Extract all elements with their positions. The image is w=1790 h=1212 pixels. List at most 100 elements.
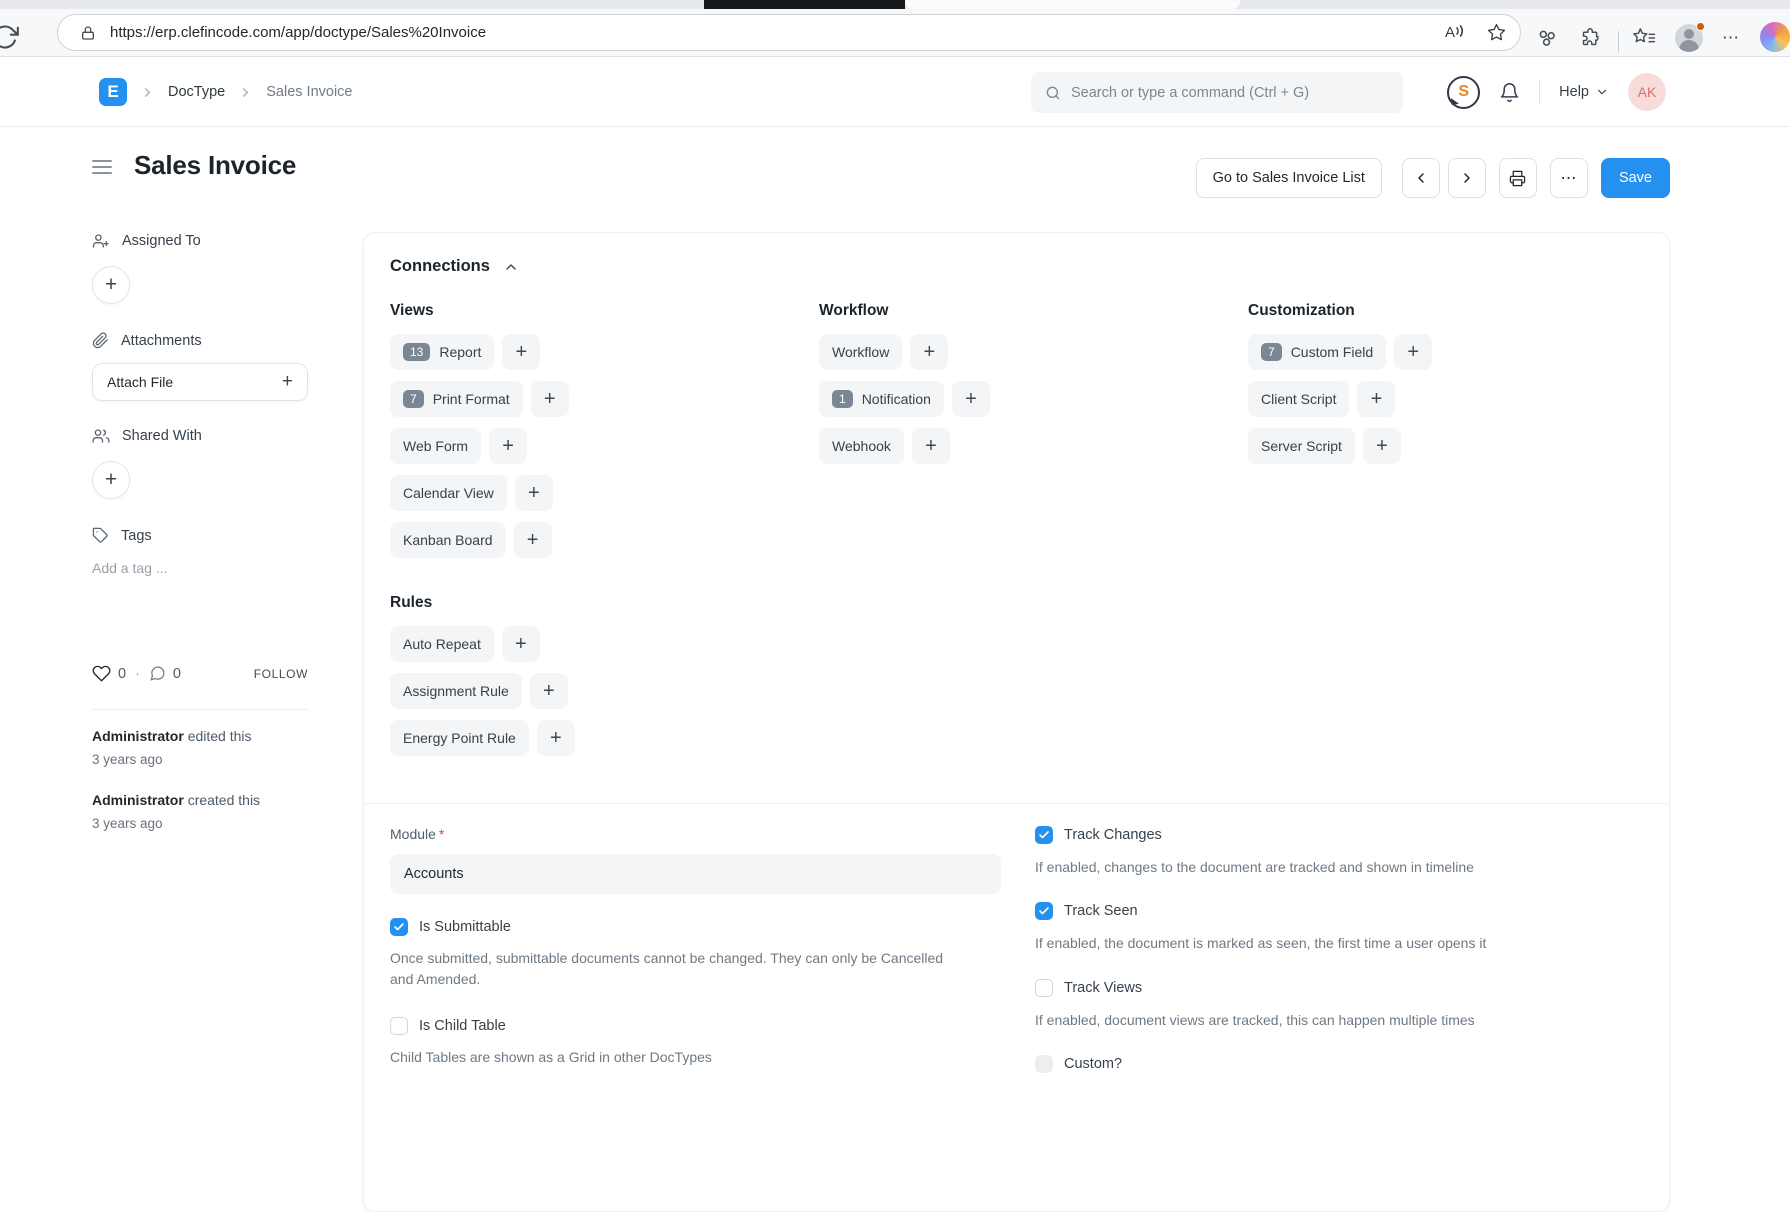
comments-icon[interactable] xyxy=(149,665,166,682)
add-kanban-board-button[interactable]: + xyxy=(514,522,552,558)
extensions-puzzle-icon[interactable] xyxy=(1580,27,1601,48)
checkbox-checked-icon[interactable] xyxy=(1035,826,1053,844)
add-report-button[interactable]: + xyxy=(502,334,540,370)
support-chat-icon[interactable]: S xyxy=(1447,76,1480,109)
link-kanban-board[interactable]: Kanban Board xyxy=(390,522,506,558)
breadcrumb-sales-invoice[interactable]: Sales Invoice xyxy=(266,84,352,100)
add-workflow-button[interactable]: + xyxy=(910,334,948,370)
checkbox-disabled-icon xyxy=(1035,1055,1053,1073)
browser-tabstrip xyxy=(0,0,1790,9)
link-assignment-rule[interactable]: Assignment Rule xyxy=(390,673,522,709)
link-print-format[interactable]: 7Print Format xyxy=(390,381,523,417)
favorite-star-icon[interactable] xyxy=(1487,23,1506,42)
favorites-bar-icon[interactable] xyxy=(1632,27,1656,49)
url-text[interactable]: https://erp.clefincode.com/app/doctype/S… xyxy=(110,24,1445,41)
tabstrip-active-tab-edge xyxy=(905,0,1240,9)
link-client-script[interactable]: Client Script xyxy=(1248,381,1349,417)
is-submittable-field[interactable]: Is Submittable xyxy=(390,918,1001,936)
address-bar[interactable]: https://erp.clefincode.com/app/doctype/S… xyxy=(57,14,1521,51)
tags-section: Tags xyxy=(92,527,308,544)
search-placeholder: Search or type a command (Ctrl + G) xyxy=(1071,85,1309,101)
track-seen-description: If enabled, the document is marked as se… xyxy=(1035,933,1603,954)
app-navbar: E DocType Sales Invoice Search or type a… xyxy=(0,57,1790,127)
user-plus-icon xyxy=(92,232,110,250)
tag-icon xyxy=(92,527,109,544)
checkbox-checked-icon[interactable] xyxy=(1035,902,1053,920)
chevron-up-icon xyxy=(503,259,519,275)
link-workflow[interactable]: Workflow xyxy=(819,334,902,370)
form-body-card: Connections Views 13Report + 7Print Form… xyxy=(363,232,1670,1212)
assigned-to-label: Assigned To xyxy=(122,233,201,249)
go-to-list-button[interactable]: Go to Sales Invoice List xyxy=(1196,158,1382,198)
next-document-button[interactable] xyxy=(1448,158,1486,198)
add-print-format-button[interactable]: + xyxy=(531,381,569,417)
link-report[interactable]: 13Report xyxy=(390,334,494,370)
app-logo[interactable]: E xyxy=(99,78,127,106)
add-web-form-button[interactable]: + xyxy=(489,428,527,464)
checkbox-unchecked-icon[interactable] xyxy=(390,1017,408,1035)
follow-button[interactable]: FOLLOW xyxy=(254,667,308,681)
link-web-form[interactable]: Web Form xyxy=(390,428,481,464)
extension-circles-icon[interactable] xyxy=(1536,27,1558,49)
add-notification-button[interactable]: + xyxy=(952,381,990,417)
chevron-down-icon xyxy=(1595,85,1609,99)
print-button[interactable] xyxy=(1499,158,1537,198)
add-share-button[interactable]: + xyxy=(92,461,130,499)
notifications-bell-icon[interactable] xyxy=(1499,82,1520,103)
connections-section-header[interactable]: Connections xyxy=(390,257,1643,276)
global-search-input[interactable]: Search or type a command (Ctrl + G) xyxy=(1031,72,1403,113)
add-client-script-button[interactable]: + xyxy=(1357,381,1395,417)
help-menu[interactable]: Help xyxy=(1559,84,1609,100)
previous-document-button[interactable] xyxy=(1402,158,1440,198)
lock-icon[interactable] xyxy=(80,25,96,41)
add-auto-repeat-button[interactable]: + xyxy=(502,626,540,662)
add-assignment-rule-button[interactable]: + xyxy=(530,673,568,709)
checkbox-unchecked-icon[interactable] xyxy=(1035,979,1053,997)
link-calendar-view[interactable]: Calendar View xyxy=(390,475,507,511)
save-button[interactable]: Save xyxy=(1601,158,1670,198)
attach-file-button[interactable]: Attach File + xyxy=(92,363,308,401)
browser-menu-icon[interactable]: ⋯ xyxy=(1722,28,1740,48)
form-sidebar: Assigned To + Attachments Attach File + … xyxy=(92,232,308,832)
more-actions-button[interactable]: ⋯ xyxy=(1550,158,1588,198)
heart-icon[interactable] xyxy=(92,664,111,683)
likes-count[interactable]: 0 xyxy=(118,666,126,682)
browser-toolbar: https://erp.clefincode.com/app/doctype/S… xyxy=(0,9,1790,57)
attachments-section: Attachments xyxy=(92,332,308,349)
reload-icon[interactable] xyxy=(0,23,19,51)
checkbox-checked-icon[interactable] xyxy=(390,918,408,936)
add-custom-field-button[interactable]: + xyxy=(1394,334,1432,370)
track-changes-field[interactable]: Track Changes xyxy=(1035,826,1643,844)
search-icon xyxy=(1045,85,1061,101)
breadcrumb-doctype[interactable]: DocType xyxy=(168,84,225,100)
add-server-script-button[interactable]: + xyxy=(1363,428,1401,464)
add-energy-point-rule-button[interactable]: + xyxy=(537,720,575,756)
comments-count[interactable]: 0 xyxy=(173,666,181,682)
link-custom-field[interactable]: 7Custom Field xyxy=(1248,334,1386,370)
add-assignment-button[interactable]: + xyxy=(92,266,130,304)
link-energy-point-rule[interactable]: Energy Point Rule xyxy=(390,720,529,756)
track-seen-field[interactable]: Track Seen xyxy=(1035,902,1643,920)
link-server-script[interactable]: Server Script xyxy=(1248,428,1355,464)
module-field-input[interactable]: Accounts xyxy=(390,854,1001,894)
shared-with-label: Shared With xyxy=(122,428,202,444)
link-notification[interactable]: 1Notification xyxy=(819,381,944,417)
track-changes-description: If enabled, changes to the document are … xyxy=(1035,857,1603,878)
sidebar-toggle-icon[interactable] xyxy=(92,158,112,174)
is-child-table-field[interactable]: Is Child Table xyxy=(390,1017,1001,1035)
add-calendar-view-button[interactable]: + xyxy=(515,475,553,511)
copilot-icon[interactable] xyxy=(1760,22,1790,52)
group-title-rules: Rules xyxy=(390,594,819,612)
activity-edited: Administrator edited this 3 years ago xyxy=(92,727,308,769)
activity-timestamp: 3 years ago xyxy=(92,751,308,769)
link-auto-repeat[interactable]: Auto Repeat xyxy=(390,626,494,662)
navbar-divider xyxy=(1539,79,1540,105)
link-webhook[interactable]: Webhook xyxy=(819,428,904,464)
group-title-workflow: Workflow xyxy=(819,302,1248,320)
add-tag-input[interactable]: Add a tag ... xyxy=(92,560,308,576)
add-webhook-button[interactable]: + xyxy=(912,428,950,464)
user-avatar[interactable]: AK xyxy=(1628,73,1666,111)
track-views-field[interactable]: Track Views xyxy=(1035,979,1643,997)
tabstrip-dark-segment xyxy=(704,0,905,9)
read-aloud-icon[interactable]: A xyxy=(1445,24,1465,41)
